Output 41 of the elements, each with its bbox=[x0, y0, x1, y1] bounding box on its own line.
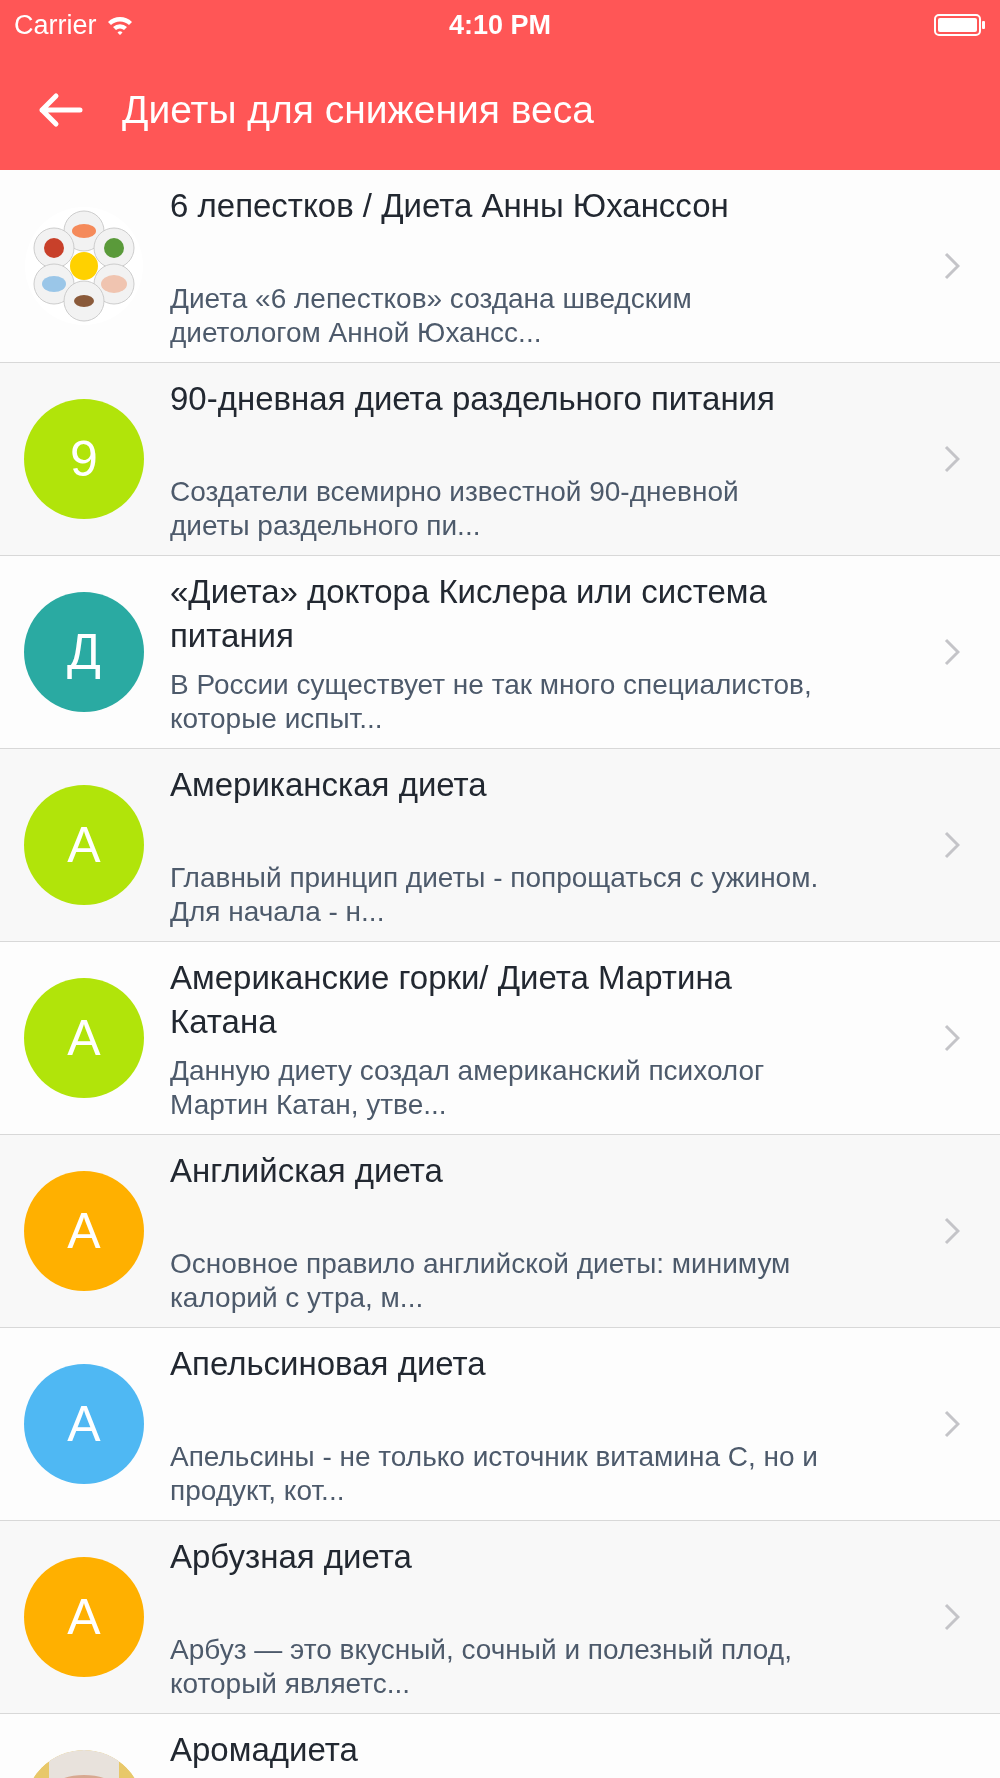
avatar-letter: А bbox=[24, 1364, 144, 1484]
diet-description: Диета «6 лепестков» создана шведским диетологом Анной Юхансс... bbox=[170, 282, 693, 350]
diet-list-item[interactable]: 9 90-дневная диета раздельного питания Создатели всемирно известной 90-дневной диеты раздельного пи... bbox=[0, 363, 1000, 556]
diet-title: Английская диета bbox=[170, 1151, 444, 1191]
diet-title: «Диета» доктора Кислера или система питания bbox=[170, 572, 768, 656]
chevron-right-icon bbox=[944, 1217, 960, 1245]
diet-description: Данную диету создал американский психолог Мартин Катан, утве... bbox=[170, 1054, 766, 1122]
chevron-right-icon bbox=[944, 252, 960, 280]
diet-list-item[interactable]: А Американская диета Главный принцип диеты - попрощаться с ужином. Для начала - н... bbox=[0, 749, 1000, 942]
diet-list-item[interactable]: А Арбузная диета Арбуз — это вкусный, сочный и полезный плод, который являетс... bbox=[0, 1521, 1000, 1714]
diet-description: Главный принцип диеты - попрощаться с ужином. Для начала - н... bbox=[170, 861, 820, 929]
diet-title: 90-дневная диета раздельного питания bbox=[170, 379, 776, 419]
diet-description: Создатели всемирно известной 90-дневной диеты раздельного пи... bbox=[170, 475, 740, 543]
diet-description: Арбуз — это вкусный, сочный и полезный плод, который являетс... bbox=[170, 1633, 793, 1701]
diet-title: 6 лепестков / Диета Анны Юханссон bbox=[170, 186, 730, 226]
wifi-icon bbox=[106, 15, 133, 35]
diet-description: Основное правило английской диеты: минимум калорий с утра, м... bbox=[170, 1247, 792, 1315]
diet-description: Апельсины - не только источник витамина С, но и продукт, кот... bbox=[170, 1440, 819, 1508]
chevron-right-icon bbox=[944, 1603, 960, 1631]
diet-title: Апельсиновая диета bbox=[170, 1344, 487, 1384]
chevron-right-icon bbox=[944, 1410, 960, 1438]
diet-description: В России существует не так много специалистов, которые испыт... bbox=[170, 668, 813, 736]
diet-title: Аромадиета bbox=[170, 1730, 359, 1770]
diet-title: Американская диета bbox=[170, 765, 488, 805]
avatar-letter: 9 bbox=[24, 399, 144, 519]
chevron-right-icon bbox=[944, 831, 960, 859]
screen-title: Диеты для снижения веса bbox=[122, 88, 594, 132]
avatar-letter: А bbox=[24, 1557, 144, 1677]
chevron-right-icon bbox=[944, 638, 960, 666]
avatar-letter: А bbox=[24, 978, 144, 1098]
chevron-right-icon bbox=[944, 445, 960, 473]
avatar-letter: А bbox=[24, 1171, 144, 1291]
carrier-label: Carrier bbox=[14, 9, 97, 41]
clock: 4:10 PM bbox=[449, 9, 551, 41]
diet-title: Американские горки/ Диета Мартина Катана bbox=[170, 958, 733, 1042]
diet-list-item[interactable]: А Английская диета Основное правило английской диеты: минимум калорий с утра, м... bbox=[0, 1135, 1000, 1328]
diet-title: Арбузная диета bbox=[170, 1537, 413, 1577]
chevron-right-icon bbox=[944, 1024, 960, 1052]
avatar-letter: А bbox=[24, 785, 144, 905]
avatar-letter: Д bbox=[24, 592, 144, 712]
battery-icon bbox=[934, 14, 986, 36]
